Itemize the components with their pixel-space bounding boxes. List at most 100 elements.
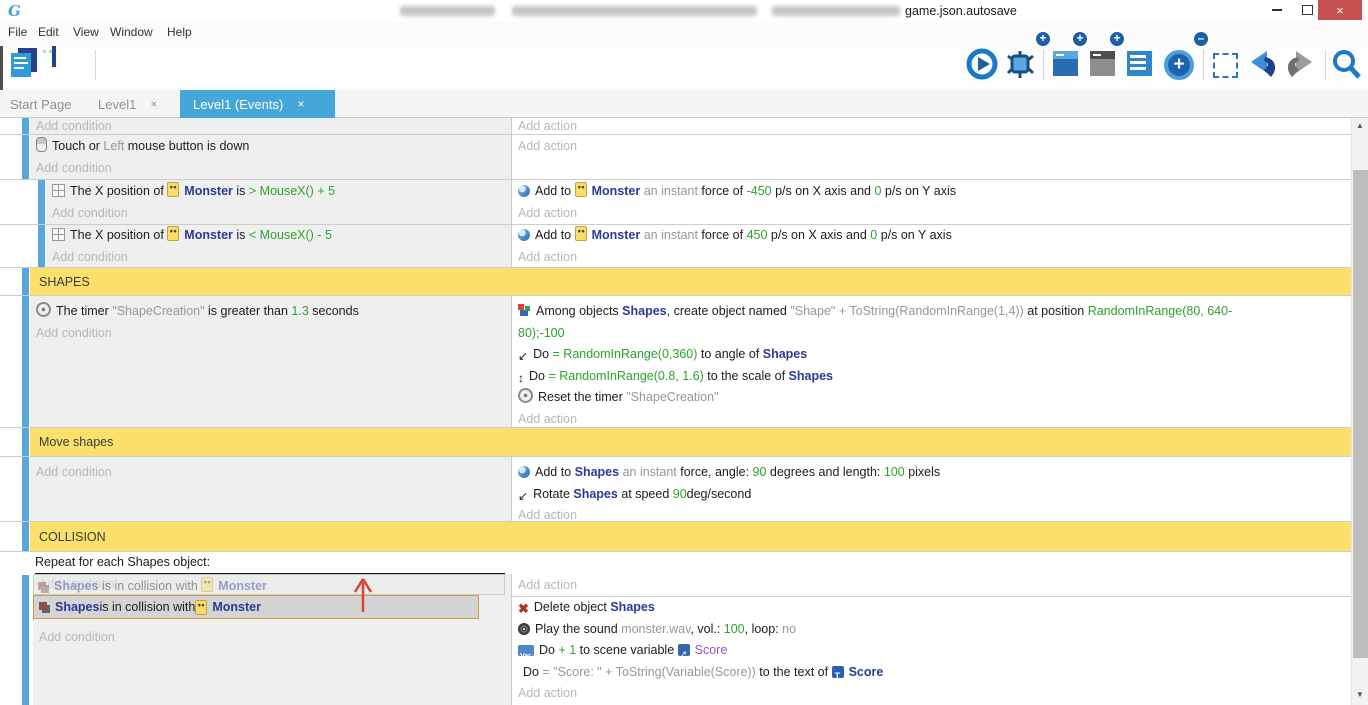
sound-icon	[518, 623, 530, 635]
collision-condition-selected[interactable]: Shapes is in collision with Monster	[33, 595, 479, 619]
action-line[interactable]: Do = RandomInRange(0,360) to angle of Sh…	[512, 344, 1351, 366]
app-logo-icon: G	[8, 2, 21, 20]
search-button[interactable]	[1330, 48, 1363, 81]
restore-button[interactable]	[1294, 0, 1320, 20]
restore-icon	[1302, 5, 1313, 15]
condition-line[interactable]: The timer "ShapeCreation" is greater tha…	[30, 301, 511, 323]
comment-row: Move shapes	[0, 428, 1351, 457]
tab-level1-events[interactable]: Level1 (Events)×	[180, 90, 335, 118]
position-icon	[52, 228, 65, 241]
angle-icon	[518, 346, 528, 368]
preview-button[interactable]	[966, 48, 999, 81]
event-window-icon	[1053, 51, 1078, 76]
add-action-placeholder[interactable]: Add action	[512, 683, 1351, 705]
action-line[interactable]: Do = RandomInRange(0.8, 1.6) to the scal…	[512, 366, 1351, 388]
debug-button[interactable]	[1004, 48, 1037, 81]
tab-start-page[interactable]: Start Page	[0, 90, 98, 118]
condition-line[interactable]: The X position of Monster is > MouseX() …	[46, 181, 511, 203]
action-line[interactable]: Rotate Shapes at speed 90deg/second	[512, 484, 1351, 506]
events-sheet: ▾ Add condition Add action Touch or Left…	[0, 118, 1368, 705]
blurred-title-segment	[512, 6, 757, 16]
comment-collision[interactable]: COLLISION	[30, 522, 1351, 551]
menu-window[interactable]: Window	[110, 25, 153, 39]
annotation-arrow-icon	[350, 576, 376, 614]
add-condition-placeholder[interactable]: Add condition	[33, 627, 115, 649]
add-action-placeholder[interactable]: Add action	[512, 118, 1351, 134]
add-comment-button[interactable]	[1126, 48, 1159, 81]
action-line[interactable]: Among objects Shapes, create object name…	[512, 301, 1351, 323]
action-line[interactable]: Delete object Shapes	[512, 597, 1351, 619]
menu-edit[interactable]: Edit	[38, 25, 59, 39]
add-condition-placeholder[interactable]: Add condition	[46, 203, 511, 225]
varlink-icon	[678, 644, 690, 656]
toolbar: +	[0, 44, 1368, 90]
force-icon	[518, 229, 530, 241]
event-row: Add condition Add to Shapes an instant f…	[0, 457, 1351, 522]
repeat-header[interactable]: Repeat for each Shapes object:	[33, 552, 210, 573]
minus-badge-icon	[1192, 30, 1210, 48]
plus-badge-icon	[1071, 30, 1089, 48]
menu-help[interactable]: Help	[167, 25, 192, 39]
action-line[interactable]: Do + 1 to scene variable Score	[512, 640, 1351, 662]
add-action-placeholder[interactable]: Add action	[512, 575, 1351, 595]
scroll-down-icon[interactable]: ▼	[1352, 690, 1368, 699]
condition-line[interactable]: Touch or Left mouse button is down	[30, 136, 511, 158]
action-line[interactable]: Add to Shapes an instant force, angle: 9…	[512, 462, 1351, 484]
action-line[interactable]: Add to Monster an instant force of 450 p…	[512, 225, 1351, 247]
menu-view[interactable]: View	[73, 25, 99, 39]
add-action-placeholder[interactable]: Add action	[512, 247, 1351, 269]
add-condition-placeholder[interactable]: Add condition	[30, 158, 511, 180]
comment-shapes[interactable]: SHAPES	[30, 268, 1351, 295]
tab-bar: Start Page Level1× Level1 (Events)×	[0, 90, 1368, 118]
timer-icon	[36, 302, 51, 317]
repeat-event-row: Repeat for each Shapes object: Add condi…	[0, 552, 1351, 705]
scrollbar-thumb[interactable]	[1353, 170, 1368, 658]
row-divider	[512, 596, 1351, 597]
add-condition-placeholder[interactable]: Add condition	[30, 323, 511, 345]
add-action-placeholder[interactable]: Add action	[512, 136, 1351, 158]
blurred-title-segment	[400, 6, 495, 16]
add-sub-event-button[interactable]	[1089, 48, 1122, 81]
scene-editor-icon	[52, 46, 56, 67]
mouse-icon	[36, 137, 47, 152]
action-line[interactable]: Reset the timer "ShapeCreation"	[512, 387, 1351, 409]
close-button[interactable]: ×	[1318, 0, 1362, 20]
add-event-button[interactable]	[1052, 48, 1085, 81]
app-window: G game.json.autosave × File Edit View Wi…	[0, 0, 1368, 705]
add-condition-placeholder[interactable]: Add condition	[30, 118, 511, 134]
collision-icon	[39, 602, 47, 610]
blurred-title-segment	[772, 6, 900, 16]
action-line[interactable]: Add to Monster an instant force of -450 …	[512, 181, 1351, 203]
add-event-other-button[interactable]: +	[1163, 48, 1196, 81]
close-tab-icon[interactable]: ×	[150, 97, 157, 111]
title-bar: G game.json.autosave ×	[0, 0, 1368, 22]
redo-button[interactable]	[1283, 48, 1316, 81]
comment-move-shapes[interactable]: Move shapes	[30, 428, 1351, 456]
event-row: The timer "ShapeCreation" is greater tha…	[0, 296, 1351, 428]
var-icon	[518, 645, 534, 656]
scene-editor-button[interactable]	[52, 48, 85, 81]
event-row: The X position of Monster is > MouseX() …	[0, 180, 1351, 225]
close-tab-icon[interactable]: ×	[297, 97, 304, 111]
monster-icon	[575, 182, 587, 197]
project-manager-button[interactable]	[10, 48, 43, 81]
action-line[interactable]: Do = "Score: " + ToString(Variable(Score…	[512, 662, 1351, 684]
undo-button[interactable]	[1246, 48, 1279, 81]
delete-event-button[interactable]	[1210, 48, 1243, 81]
window-title: game.json.autosave	[905, 4, 1017, 18]
add-condition-placeholder[interactable]: Add condition	[30, 462, 511, 484]
panel-edge	[0, 46, 3, 90]
action-line[interactable]: Play the sound monster.wav, vol.: 100, l…	[512, 619, 1351, 641]
vertical-scrollbar[interactable]: ▲ ▼	[1351, 118, 1368, 705]
add-condition-placeholder[interactable]: Add condition	[46, 247, 511, 269]
tab-level1[interactable]: Level1×	[88, 90, 188, 118]
add-action-placeholder[interactable]: Add action	[512, 409, 1351, 431]
redo-icon	[1283, 48, 1317, 81]
menu-file[interactable]: File	[8, 25, 27, 39]
condition-line[interactable]: The X position of Monster is < MouseX() …	[46, 225, 511, 247]
action-line-wrap[interactable]: 80);-100	[512, 323, 1351, 345]
minimize-button[interactable]	[1264, 0, 1290, 20]
scroll-up-icon[interactable]: ▲	[1352, 121, 1368, 130]
add-action-placeholder[interactable]: Add action	[512, 203, 1351, 225]
monster-icon	[167, 182, 179, 197]
